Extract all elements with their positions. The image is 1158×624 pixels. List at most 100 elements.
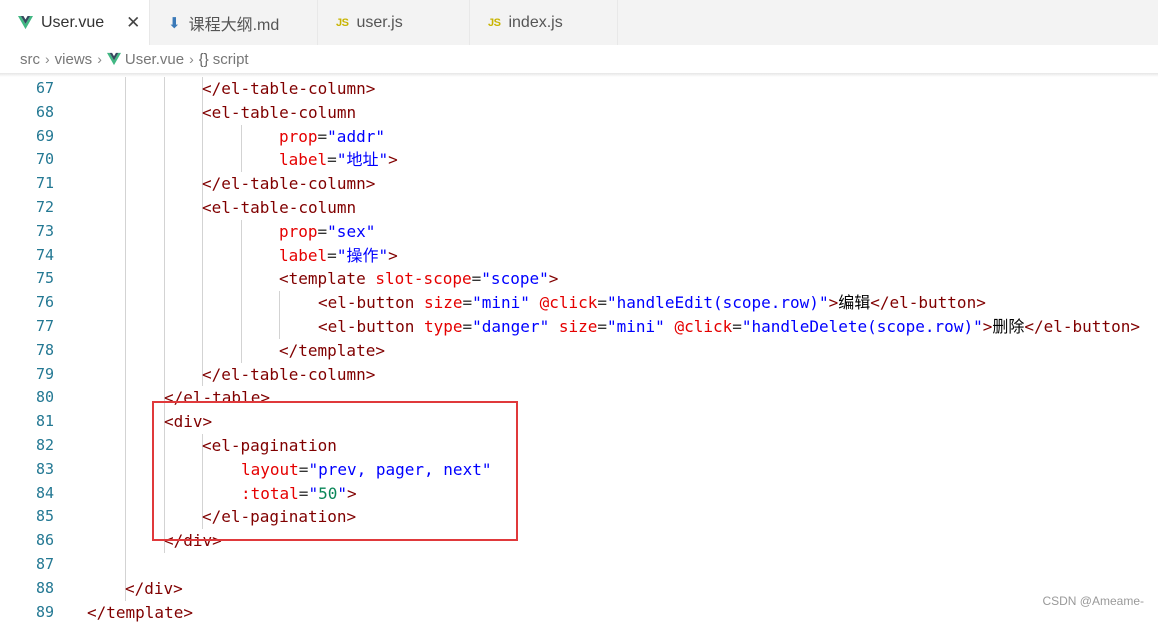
close-icon[interactable]: ✕ — [126, 13, 140, 33]
code-text: </el-table-column> — [202, 363, 375, 387]
code-token: label — [279, 245, 328, 265]
indent-guide — [202, 338, 203, 363]
breadcrumb: src › views › User.vue ›{} script — [0, 45, 1158, 73]
line-number: 69 — [35, 126, 54, 145]
indent-guide — [164, 362, 165, 387]
indent-guide — [279, 314, 280, 339]
code-text: </el-table-column> — [202, 172, 375, 196]
braces-icon: {} — [198, 50, 209, 68]
indent-guide — [125, 219, 126, 244]
breadcrumb-item[interactable]: script — [213, 51, 249, 68]
code-text: prop="addr" — [279, 125, 385, 149]
code-token: 删除 — [992, 316, 1025, 336]
breadcrumb-item[interactable]: User.vue — [125, 51, 184, 68]
code-line: 75 <template slot-scope="scope"> — [0, 267, 1158, 292]
code-token: = — [597, 316, 608, 336]
line-number: 80 — [35, 388, 54, 407]
code-line: 87 — [0, 552, 1158, 577]
watermark: CSDN @Ameame- — [1042, 594, 1144, 608]
js-badge: JS — [488, 16, 501, 29]
code-text: <el-button type="danger" size="mini" @cl… — [318, 315, 1140, 339]
indent-guide — [279, 291, 280, 315]
vue-icon — [18, 15, 33, 30]
js-badge: JS — [336, 16, 349, 29]
code-token: </el-button> — [1024, 316, 1140, 336]
code-token: prop — [279, 126, 318, 146]
code-line: 74 label="操作"> — [0, 243, 1158, 268]
code-token: slot-scope — [375, 269, 472, 289]
indent-guide — [241, 314, 242, 339]
code-text: </el-table-column> — [202, 77, 375, 101]
code-line: 73 prop="sex" — [0, 219, 1158, 244]
code-token: "scope" — [481, 269, 549, 289]
indent-guide — [241, 291, 242, 315]
line-number: 73 — [35, 221, 54, 240]
indent-guide — [125, 386, 126, 411]
indent-guide — [164, 338, 165, 363]
breadcrumb-item[interactable]: src — [20, 51, 40, 68]
indent-guide — [164, 148, 165, 173]
indent-guide — [125, 481, 126, 506]
code-editor[interactable]: 67 </el-table-column> 68 <el-table-column 69… — [0, 77, 1158, 624]
code-token: </el-table-column> — [202, 79, 376, 98]
indent-guide — [125, 314, 126, 339]
code-token: > — [388, 150, 398, 170]
code-token: 编辑 — [838, 293, 871, 313]
line-number: 81 — [35, 412, 54, 431]
indent-guide — [125, 124, 126, 149]
code-line: 67 </el-table-column> — [0, 77, 1158, 101]
line-number: 72 — [35, 197, 54, 216]
chevron-right-icon: › — [45, 51, 50, 67]
code-token: <el-table-column — [202, 197, 357, 217]
line-number: 70 — [35, 150, 54, 169]
chevron-right-icon: › — [97, 51, 102, 67]
breadcrumb-item[interactable]: views — [55, 51, 93, 68]
editor-tab-bar: User.vue ✕ ⬇ 课程大纲.md JS user.js JS index.js — [0, 0, 1158, 45]
js-icon: JS — [336, 16, 349, 29]
indent-guide — [202, 267, 203, 292]
code-token: <el-button — [318, 293, 424, 313]
code-token: > — [388, 245, 398, 265]
indent-guide — [241, 219, 242, 244]
indent-guide — [241, 267, 242, 292]
line-number: 75 — [35, 269, 54, 288]
code-token: size — [423, 293, 463, 313]
line-number: 77 — [35, 316, 54, 335]
indent-guide — [202, 124, 203, 149]
tab-3[interactable]: JS user.js — [318, 0, 470, 45]
tab-4[interactable]: JS index.js — [470, 0, 618, 45]
line-number: 74 — [35, 245, 54, 264]
code-token: </template> — [87, 602, 193, 622]
code-token: @click — [539, 293, 598, 313]
indent-guide — [125, 362, 126, 387]
line-number: 87 — [35, 554, 54, 573]
code-token: = — [462, 293, 473, 313]
highlight-annotation-box — [152, 401, 518, 541]
code-token: = — [327, 245, 337, 265]
code-token: "mini" — [472, 293, 530, 313]
indent-guide — [125, 243, 126, 268]
code-token: type — [423, 316, 463, 336]
code-token: = — [317, 126, 328, 146]
tab-2[interactable]: ⬇ 课程大纲.md — [150, 0, 318, 45]
indent-guide — [125, 338, 126, 363]
tab-1[interactable]: User.vue ✕ — [0, 0, 150, 45]
indent-guide — [164, 124, 165, 149]
indent-guide — [202, 291, 203, 315]
indent-guide — [125, 195, 126, 220]
indent-guide — [125, 291, 126, 315]
indent-guide — [164, 267, 165, 292]
indent-guide — [202, 243, 203, 268]
js-icon: JS — [488, 16, 501, 29]
code-token: "handleEdit(scope.row)" — [607, 293, 829, 313]
code-line: 68 <el-table-column — [0, 100, 1158, 125]
code-token: <el-table-column — [202, 102, 357, 122]
code-line: 76 <el-button size="mini" @click="handleE… — [0, 291, 1158, 315]
line-number: 82 — [35, 435, 54, 454]
code-line: 72 <el-table-column — [0, 195, 1158, 220]
code-text: prop="sex" — [279, 220, 375, 244]
tab-label: index.js — [508, 13, 563, 31]
indent-guide — [164, 172, 165, 196]
